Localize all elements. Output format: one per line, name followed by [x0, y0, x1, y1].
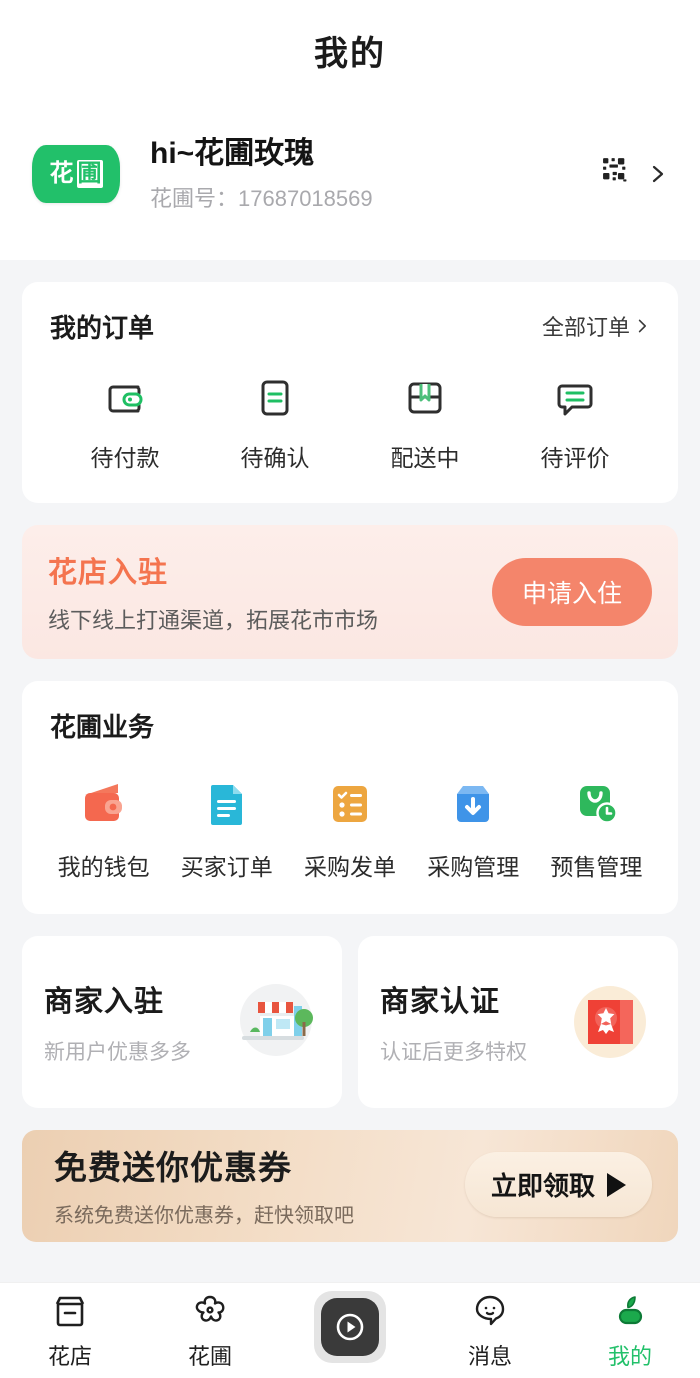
checklist-icon	[324, 778, 376, 830]
storefront-icon	[50, 1291, 90, 1331]
tab-profile[interactable]: 我的	[560, 1283, 700, 1378]
claim-coupon-button[interactable]: 立即领取	[464, 1152, 652, 1218]
coupon-title: 免费送你优惠券	[54, 1149, 292, 1187]
avatar-char-2: 圃	[76, 159, 103, 188]
storefront-illustration	[224, 974, 320, 1070]
profile-section[interactable]: 花 圃 hi~花圃玫瑰 花圃号：17687018569	[0, 100, 700, 260]
orders-card-header: 我的订单 全部订单	[50, 308, 650, 345]
flower-icon	[190, 1291, 230, 1331]
tab-messages[interactable]: 消息	[420, 1283, 560, 1378]
shop-join-texts: 花店入驻 线下线上打通渠道，拓展花市市场	[48, 549, 378, 635]
business-item-presale-manage[interactable]: 预售管理	[535, 778, 658, 882]
shop-join-banner[interactable]: 花店入驻 线下线上打通渠道，拓展花市市场 申请入住	[22, 524, 678, 659]
business-item-label: 预售管理	[550, 853, 643, 880]
order-status-pending-review[interactable]: 待评价	[500, 375, 650, 473]
document-outline-icon	[252, 375, 298, 421]
page-title: 我的	[314, 34, 386, 73]
business-grid: 我的钱包 买家订单 采购发单 采购管理 预售管理	[42, 778, 658, 882]
merchant-join-card[interactable]: 商家入驻 新用户优惠多多	[22, 935, 342, 1108]
profile-id: 花圃号：17687018569	[150, 185, 602, 214]
merchant-certify-card[interactable]: 商家认证 认证后更多特权	[358, 935, 678, 1108]
order-status-label: 待确认	[240, 444, 310, 471]
order-status-label: 待评价	[540, 444, 610, 471]
coupon-texts: 免费送你优惠券 系统免费送你优惠券，赶快领取吧	[54, 1141, 354, 1228]
avatar-char-1: 花	[49, 159, 74, 187]
order-status-pending-payment[interactable]: 待付款	[50, 375, 200, 473]
shop-join-title: 花店入驻	[48, 556, 169, 589]
person-leaf-icon	[610, 1291, 650, 1331]
order-status-row: 待付款 待确认 配送中 待评价	[50, 375, 650, 473]
claim-coupon-label: 立即领取	[490, 1171, 595, 1202]
coupon-subtitle: 系统免费送你优惠券，赶快领取吧	[54, 1205, 354, 1228]
document-filled-icon	[201, 778, 253, 830]
message-face-icon	[470, 1291, 510, 1331]
play-button-icon[interactable]	[314, 1290, 386, 1363]
business-item-wallet[interactable]: 我的钱包	[42, 778, 165, 882]
chat-bubble-outline-icon	[552, 375, 598, 421]
orders-card: 我的订单 全部订单 待付款 待确认 配送中 待评价	[22, 281, 678, 503]
tab-flower-garden[interactable]: 花圃	[140, 1283, 280, 1378]
merchant-join-texts: 商家入驻 新用户优惠多多	[44, 978, 191, 1066]
business-title: 花圃业务	[50, 711, 155, 742]
clock-tag-icon	[570, 778, 622, 830]
merchant-join-subtitle: 新用户优惠多多	[44, 1040, 191, 1064]
merchant-certify-texts: 商家认证 认证后更多特权	[380, 978, 527, 1066]
profile-name: hi~花圃玫瑰	[150, 137, 315, 170]
avatar[interactable]: 花 圃	[32, 144, 120, 203]
apply-join-button[interactable]: 申请入住	[491, 557, 652, 626]
merchant-join-title: 商家入驻	[44, 985, 165, 1018]
coupon-banner[interactable]: 免费送你优惠券 系统免费送你优惠券，赶快领取吧 立即领取	[22, 1129, 678, 1242]
all-orders-label: 全部订单	[541, 315, 630, 341]
tab-label: 花圃	[187, 1343, 232, 1369]
page-header: 我的	[0, 0, 700, 100]
chevron-right-icon[interactable]	[648, 164, 668, 184]
qr-code-icon[interactable]	[602, 157, 636, 191]
play-triangle-icon	[607, 1172, 626, 1197]
orders-title: 我的订单	[50, 312, 155, 343]
certificate-badge-illustration	[560, 974, 656, 1070]
package-outline-icon	[402, 375, 448, 421]
app-screen: 我的 花 圃 hi~花圃玫瑰 花圃号：17687018569 我的订单 全部订单…	[0, 0, 700, 1378]
order-status-shipping[interactable]: 配送中	[350, 375, 500, 473]
business-item-label: 买家订单	[180, 853, 273, 880]
business-item-buyer-orders[interactable]: 买家订单	[165, 778, 288, 882]
order-status-label: 配送中	[390, 444, 460, 471]
business-item-purchase-manage[interactable]: 采购管理	[412, 778, 535, 882]
tab-label: 我的	[607, 1343, 652, 1369]
order-status-pending-confirm[interactable]: 待确认	[200, 375, 350, 473]
business-card: 花圃业务 我的钱包 买家订单 采购发单 采购管理 预售管理	[22, 680, 678, 914]
wallet-outline-icon	[102, 375, 148, 421]
shop-join-subtitle: 线下线上打通渠道，拓展花市市场	[48, 607, 379, 633]
business-item-label: 采购管理	[427, 853, 520, 880]
business-item-label: 我的钱包	[57, 853, 150, 880]
bottom-tabbar: 花店 花圃 消息 我的	[0, 1282, 700, 1378]
all-orders-link[interactable]: 全部订单	[542, 310, 650, 342]
profile-id-value: 17687018569	[238, 186, 373, 211]
play-disc	[321, 1297, 379, 1356]
business-item-purchase-order[interactable]: 采购发单	[288, 778, 411, 882]
profile-actions[interactable]	[602, 157, 668, 191]
chevron-right-icon	[634, 318, 650, 334]
merchant-certify-subtitle: 认证后更多特权	[380, 1040, 527, 1064]
profile-text: hi~花圃玫瑰 花圃号：17687018569	[150, 134, 602, 214]
inbox-download-icon	[447, 778, 499, 830]
wallet-filled-icon	[78, 778, 130, 830]
tab-play-center[interactable]	[280, 1283, 420, 1378]
order-status-label: 待付款	[90, 444, 160, 471]
merchant-certify-title: 商家认证	[380, 985, 501, 1018]
tab-label: 花店	[47, 1343, 92, 1369]
business-item-label: 采购发单	[304, 853, 396, 880]
tab-flower-shop[interactable]: 花店	[0, 1283, 140, 1378]
tab-label: 消息	[467, 1343, 512, 1369]
promo-row: 商家入驻 新用户优惠多多 商家认证 认证后更多特权	[22, 935, 678, 1108]
profile-id-label: 花圃号：	[150, 186, 239, 211]
